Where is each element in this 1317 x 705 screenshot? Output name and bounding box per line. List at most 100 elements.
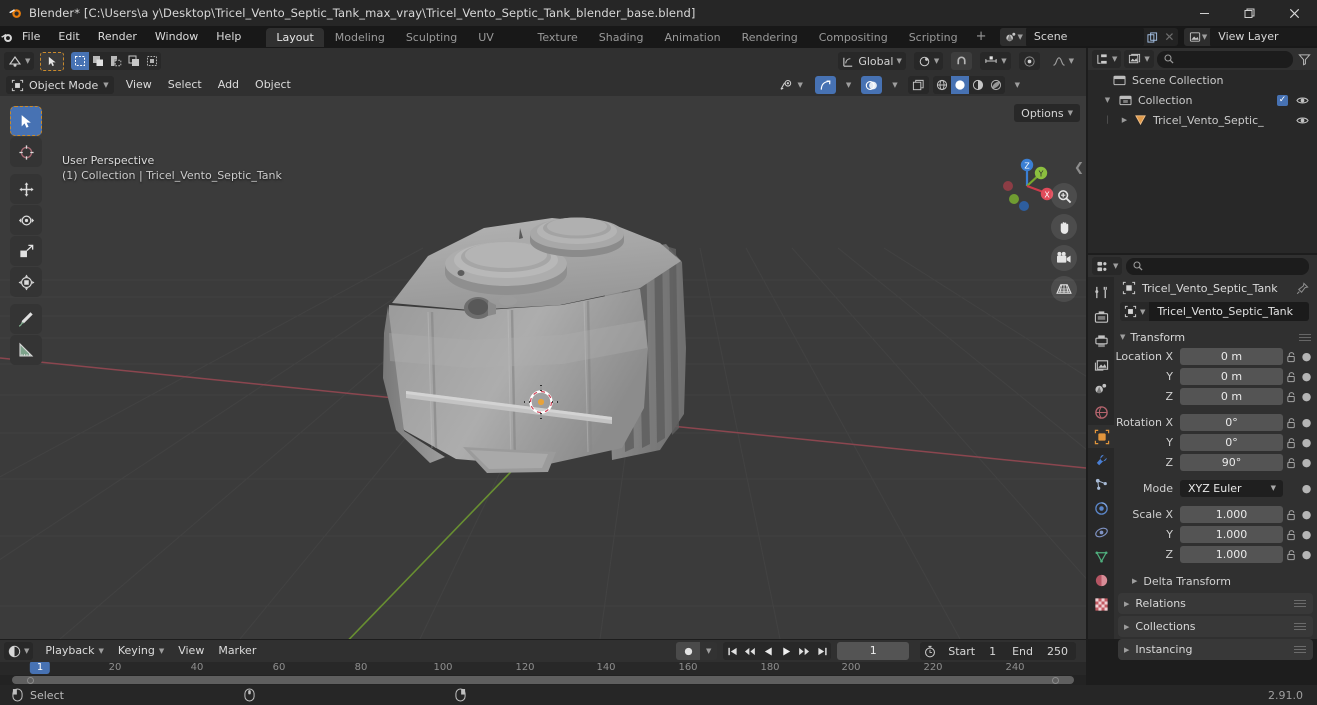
lock-icon[interactable] xyxy=(1283,437,1300,449)
select-subtract-icon[interactable] xyxy=(107,52,125,70)
viewport-menu-add[interactable]: Add xyxy=(210,76,247,94)
gizmo-toggle[interactable] xyxy=(814,76,836,94)
timeline-scrollbar-thumb[interactable] xyxy=(12,676,1074,684)
outliner-row-collection[interactable]: ▼ Collection ✓ xyxy=(1088,90,1317,110)
properties-tab-texture[interactable] xyxy=(1088,593,1114,616)
snap-target-selector[interactable]: ▼ xyxy=(980,52,1011,70)
eye-icon[interactable] xyxy=(1296,115,1309,126)
overlays-options-selector[interactable]: ▼ xyxy=(890,76,899,94)
outliner-editor-type-selector[interactable]: ▼ xyxy=(1092,50,1122,68)
properties-tab-world[interactable] xyxy=(1088,401,1114,424)
viewport-menu-select[interactable]: Select xyxy=(160,76,210,94)
field-scale-z[interactable]: Z 1.000 ● xyxy=(1114,545,1317,564)
tab-layout[interactable]: Layout xyxy=(266,27,324,47)
tool-measure[interactable] xyxy=(10,335,42,365)
sidebar-toggle-arrow[interactable]: ❮ xyxy=(1074,160,1084,174)
lock-icon[interactable] xyxy=(1283,509,1300,521)
properties-tab-scene[interactable] xyxy=(1088,377,1114,400)
animate-dot-icon[interactable]: ● xyxy=(1300,482,1313,495)
select-intersect-icon[interactable] xyxy=(143,52,161,70)
tool-scale[interactable] xyxy=(10,236,42,266)
properties-tab-object-data[interactable] xyxy=(1088,545,1114,568)
timeline-ruler[interactable]: 20 40 60 80 100 120 140 160 180 200 220 … xyxy=(0,662,1086,675)
field-value[interactable]: 0 m xyxy=(1180,368,1283,385)
new-scene-button[interactable] xyxy=(1144,28,1161,46)
tab-animation[interactable]: Animation xyxy=(654,28,730,47)
tool-transform[interactable] xyxy=(10,267,42,297)
animate-dot-icon[interactable]: ● xyxy=(1300,370,1313,383)
properties-editor-type-selector[interactable]: ▼ xyxy=(1092,257,1123,275)
view-layer-name-field[interactable]: View Layer xyxy=(1210,28,1317,46)
lock-icon[interactable] xyxy=(1283,351,1300,363)
grid-icon[interactable] xyxy=(1051,276,1077,302)
remove-scene-button[interactable]: ✕ xyxy=(1161,28,1178,46)
previous-keyframe-button[interactable] xyxy=(741,642,760,660)
field-value[interactable]: 90° xyxy=(1180,454,1283,471)
outliner-row-scene-collection[interactable]: Scene Collection xyxy=(1088,70,1317,90)
scrollbar-handle-right[interactable] xyxy=(1052,676,1059,684)
gizmo-options-selector[interactable]: ▼ xyxy=(844,76,853,94)
lock-icon[interactable] xyxy=(1283,391,1300,403)
outliner-search-input[interactable] xyxy=(1156,50,1293,68)
field-value[interactable]: XYZ Euler ▼ xyxy=(1180,480,1283,497)
select-difference-icon[interactable] xyxy=(125,52,143,70)
tweak-tool-button[interactable] xyxy=(40,51,65,71)
animate-dot-icon[interactable]: ● xyxy=(1300,416,1313,429)
field-scale-x[interactable]: Scale X 1.000 ● xyxy=(1114,505,1317,524)
menu-render[interactable]: Render xyxy=(89,26,146,48)
field-value[interactable]: 1.000 xyxy=(1180,506,1283,523)
viewport-menu-object[interactable]: Object xyxy=(247,76,299,94)
panel-relations[interactable]: ▶ Relations xyxy=(1118,593,1313,614)
transform-panel-header[interactable]: ▼ Transform xyxy=(1114,327,1317,347)
viewport-3d[interactable]: ▼ Global ▼ ▼ ▼ ▼ Object Mode ▼ View Sele… xyxy=(0,48,1086,639)
panel-instancing[interactable]: ▶ Instancing xyxy=(1118,639,1313,660)
shading-wireframe-icon[interactable] xyxy=(933,76,951,94)
hand-icon[interactable] xyxy=(1051,214,1077,240)
viewport-options-button[interactable]: Options ▼ xyxy=(1014,104,1080,122)
jump-to-start-button[interactable] xyxy=(723,642,742,660)
current-frame-field[interactable]: 1 xyxy=(837,642,910,660)
overlays-toggle[interactable] xyxy=(861,76,883,94)
end-frame-field[interactable]: End 250 xyxy=(1004,642,1076,660)
view-layer-icon[interactable]: ▼ xyxy=(1183,28,1211,46)
tab-texture-paint[interactable]: Texture Paint xyxy=(528,28,588,63)
xray-toggle[interactable] xyxy=(907,76,929,94)
scene-name-field[interactable]: Scene xyxy=(1025,28,1144,46)
view-layer-selector[interactable]: ▼ View Layer ✕ xyxy=(1183,28,1317,46)
field-rotation-mode[interactable]: Mode XYZ Euler ▼ ● xyxy=(1114,479,1317,498)
properties-search-input[interactable] xyxy=(1126,257,1309,275)
editor-type-selector[interactable]: ▼ xyxy=(4,52,35,70)
field-value[interactable]: 1.000 xyxy=(1180,526,1283,543)
jump-to-end-button[interactable] xyxy=(813,642,832,660)
field-location-z[interactable]: Z 0 m ● xyxy=(1114,387,1317,406)
tool-tweak-select[interactable] xyxy=(10,106,42,136)
field-rotation-z[interactable]: Z 90° ● xyxy=(1114,453,1317,472)
field-location-y[interactable]: Y 0 m ● xyxy=(1114,367,1317,386)
object-name-field[interactable]: Tricel_Vento_Septic_Tank xyxy=(1149,302,1309,321)
play-button[interactable] xyxy=(777,642,796,660)
blender-menu-icon[interactable] xyxy=(0,31,13,44)
properties-tab-modifiers[interactable] xyxy=(1088,449,1114,472)
field-scale-y[interactable]: Y 1.000 ● xyxy=(1114,525,1317,544)
eye-icon[interactable] xyxy=(1296,95,1309,106)
object-mode-selector[interactable]: Object Mode ▼ xyxy=(6,76,114,94)
menu-edit[interactable]: Edit xyxy=(49,26,88,48)
zoom-icon[interactable] xyxy=(1051,183,1077,209)
tool-move[interactable] xyxy=(10,174,42,204)
properties-tab-particles[interactable] xyxy=(1088,473,1114,496)
outliner-editor[interactable]: ▼ ▼ Scene Collection ▼ Collection ✓ │ ▶ … xyxy=(1088,48,1317,253)
stopwatch-icon[interactable] xyxy=(920,645,940,658)
proportional-editing-toggle[interactable] xyxy=(1018,52,1040,70)
properties-tab-material[interactable] xyxy=(1088,569,1114,592)
timeline-menu-view[interactable]: View xyxy=(171,642,211,660)
shading-solid-icon[interactable] xyxy=(950,76,969,94)
panel-collections[interactable]: ▶ Collections xyxy=(1118,616,1313,637)
playhead[interactable]: 1 xyxy=(29,662,51,674)
scrollbar-handle-left[interactable] xyxy=(27,676,34,684)
properties-tab-render[interactable] xyxy=(1088,305,1114,328)
shading-material-preview-icon[interactable] xyxy=(969,76,987,94)
animate-dot-icon[interactable]: ● xyxy=(1300,436,1313,449)
menu-help[interactable]: Help xyxy=(207,26,250,48)
timeline-menu-marker[interactable]: Marker xyxy=(211,642,263,660)
field-value[interactable]: 0 m xyxy=(1180,348,1283,365)
